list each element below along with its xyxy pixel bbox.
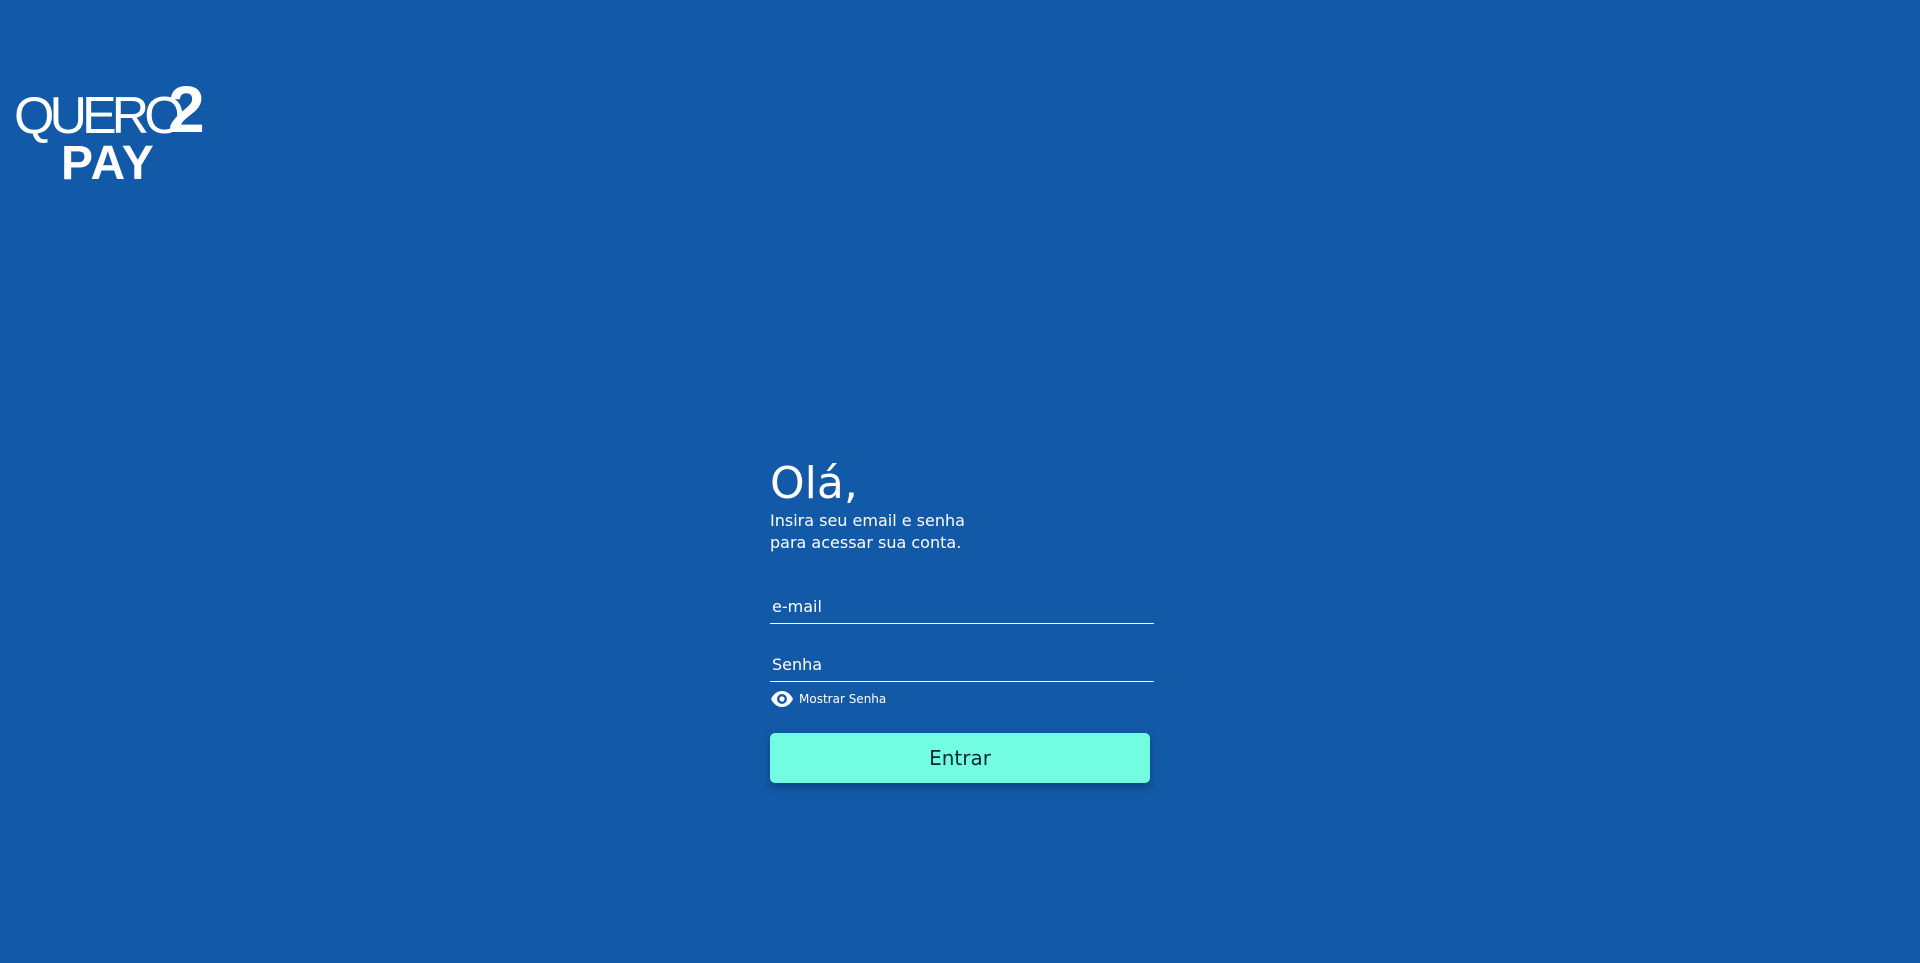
logo-two-text: 2 xyxy=(168,72,205,146)
email-field-container xyxy=(770,588,1154,624)
greeting-heading: Olá, xyxy=(770,458,858,509)
login-page: QUERO 2 PAY Olá, Insira seu email e senh… xyxy=(0,0,1920,963)
password-field[interactable] xyxy=(772,651,1142,677)
logo-pay-text: PAY xyxy=(61,137,155,190)
email-field[interactable] xyxy=(772,593,1142,619)
show-password-label: Mostrar Senha xyxy=(799,692,887,706)
login-form: Olá, Insira seu email e senha para acess… xyxy=(770,458,1154,783)
brand-logo: QUERO 2 PAY xyxy=(14,72,214,190)
login-button[interactable]: Entrar xyxy=(770,733,1150,783)
eye-icon xyxy=(770,690,794,708)
subtitle-line-2: para acessar sua conta. xyxy=(770,533,962,552)
password-field-container xyxy=(770,646,1154,682)
logo-quero-text: QUERO xyxy=(14,87,185,145)
show-password-toggle[interactable]: Mostrar Senha xyxy=(770,689,1154,709)
subtitle-line-1: Insira seu email e senha xyxy=(770,511,965,530)
